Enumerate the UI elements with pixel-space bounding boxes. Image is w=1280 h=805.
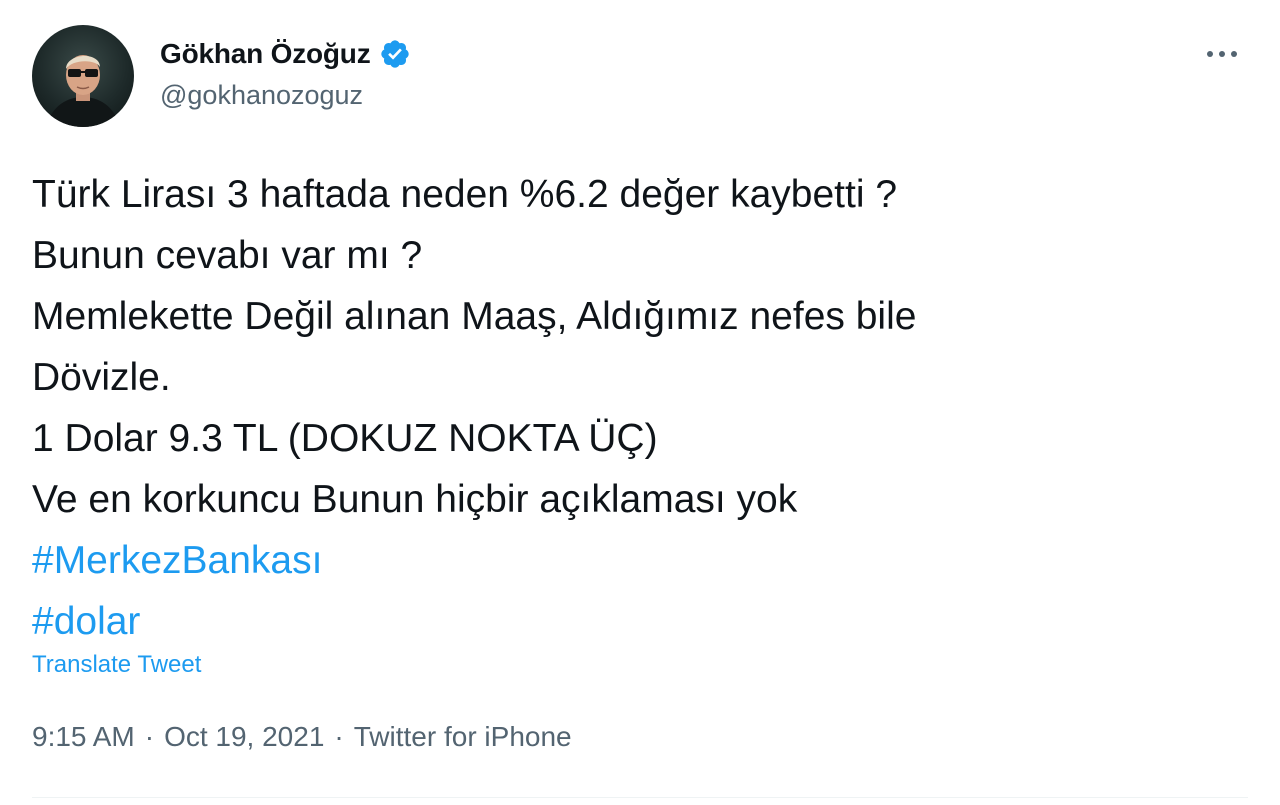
author-avatar[interactable]	[32, 25, 134, 127]
more-options-icon[interactable]	[1200, 40, 1244, 68]
tweet-meta: 9:15 AM · Oct 19, 2021 · Twitter for iPh…	[32, 721, 572, 753]
tweet-timestamp-time[interactable]: 9:15 AM	[32, 721, 135, 753]
meta-separator: ·	[334, 721, 344, 752]
tweet-text-line: Memlekette Değil alınan Maaş, Aldığımız …	[32, 295, 917, 338]
author-handle[interactable]: @gokhanozoguz	[160, 80, 363, 111]
bottom-divider	[32, 797, 1248, 798]
tweet-timestamp-date[interactable]: Oct 19, 2021	[164, 721, 324, 753]
tweet-text: Türk Lirası 3 haftada neden %6.2 değer k…	[32, 164, 1232, 652]
tweet-text-line: Dövizle.	[32, 356, 171, 399]
verified-badge-icon	[379, 38, 411, 70]
hashtag-link-dolar[interactable]: #dolar	[32, 591, 1232, 652]
author-display-name[interactable]: Gökhan Özoğuz	[160, 38, 371, 70]
translate-tweet-link[interactable]: Translate Tweet	[32, 651, 201, 679]
tweet-card: Gökhan Özoğuz @gokhanozoguz Türk Lirası …	[0, 0, 1280, 805]
tweet-text-line: Ve en korkuncu Bunun hiçbir açıklaması y…	[32, 478, 798, 521]
author-name-row: Gökhan Özoğuz	[160, 34, 411, 74]
hashtag-link-merkezbankasi[interactable]: #MerkezBankası	[32, 530, 1232, 591]
tweet-text-line: Türk Lirası 3 haftada neden %6.2 değer k…	[32, 173, 898, 216]
avatar-photo-icon	[46, 55, 120, 127]
tweet-text-line: 1 Dolar 9.3 TL (DOKUZ NOKTA ÜÇ)	[32, 417, 658, 460]
tweet-source[interactable]: Twitter for iPhone	[354, 721, 572, 753]
meta-separator: ·	[144, 721, 155, 752]
tweet-text-line: Bunun cevabı var mı ?	[32, 234, 423, 277]
